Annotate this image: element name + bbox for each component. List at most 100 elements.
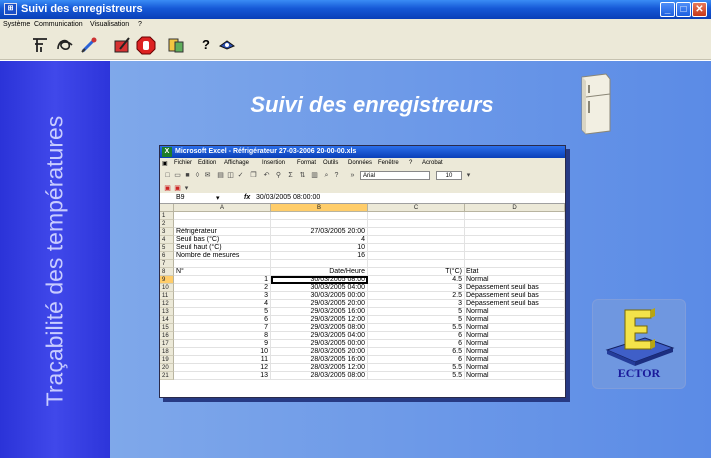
cell-d[interactable] [465, 228, 565, 236]
undo-icon[interactable]: ↶ [262, 171, 271, 180]
cell-c[interactable]: 6 [368, 340, 465, 348]
cell-c[interactable] [368, 260, 465, 268]
cell-b[interactable]: 29/03/2005 00:00 [271, 340, 368, 348]
cell-a[interactable]: Réfrigérateur [174, 228, 271, 236]
permission-icon[interactable]: ◊ [193, 171, 202, 180]
autosum-icon[interactable]: Σ [286, 171, 295, 180]
cell-b[interactable] [271, 220, 368, 228]
excel-menu-fenetre[interactable]: Fenêtre [378, 160, 399, 166]
cell-a[interactable]: Seuil haut (°C) [174, 244, 271, 252]
row-number[interactable]: 9 [160, 276, 174, 284]
chevron-down-icon[interactable]: ▾ [182, 184, 191, 193]
cell-b[interactable]: 28/03/2005 08:00 [271, 372, 368, 380]
excel-menu-donnees[interactable]: Données [348, 160, 372, 166]
function-icon[interactable]: fx [244, 194, 250, 201]
row-number[interactable]: 4 [160, 236, 174, 244]
cell-d[interactable] [465, 236, 565, 244]
cell-b[interactable]: 29/03/2005 16:00 [271, 308, 368, 316]
cell-c[interactable]: 6 [368, 356, 465, 364]
cell-a[interactable]: 1 [174, 276, 271, 284]
row-number[interactable]: 19 [160, 356, 174, 364]
name-box[interactable]: B9 [176, 194, 216, 201]
cell-c[interactable]: 3 [368, 300, 465, 308]
hyperlink-icon[interactable]: ⚲ [274, 171, 283, 180]
font-size-select[interactable]: 10 [436, 171, 462, 180]
cell-a[interactable]: Nombre de mesures [174, 252, 271, 260]
edit-icon[interactable] [112, 35, 132, 55]
probe-icon[interactable] [79, 35, 99, 55]
row-number[interactable]: 15 [160, 324, 174, 332]
excel-window[interactable]: X Microsoft Excel - Réfrigérateur 27-03-… [159, 145, 566, 398]
close-button[interactable]: ✕ [692, 2, 707, 17]
cell-a[interactable]: 13 [174, 372, 271, 380]
cell-d[interactable]: Etat [465, 268, 565, 276]
cell-d[interactable]: Dépassement seuil bas [465, 300, 565, 308]
cell-d[interactable] [465, 212, 565, 220]
cell-d[interactable]: Normal [465, 348, 565, 356]
cell-a[interactable]: 7 [174, 324, 271, 332]
excel-menu-format[interactable]: Format [297, 160, 316, 166]
cell-c[interactable] [368, 212, 465, 220]
cell-c[interactable] [368, 220, 465, 228]
excel-menu-insertion[interactable]: Insertion [262, 160, 285, 166]
stop-icon[interactable] [136, 35, 156, 55]
cell-a[interactable]: 11 [174, 356, 271, 364]
fridge-icon[interactable] [576, 73, 614, 135]
cell-b[interactable]: 30/03/2005 00:00 [271, 292, 368, 300]
row-number[interactable]: 17 [160, 340, 174, 348]
name-box-dropdown-icon[interactable]: ▾ [216, 194, 220, 202]
select-all-corner[interactable] [160, 204, 174, 212]
row-number[interactable]: 18 [160, 348, 174, 356]
settings-icon[interactable] [166, 35, 186, 55]
row-number[interactable]: 13 [160, 308, 174, 316]
chart-icon[interactable]: ▥ [310, 171, 319, 180]
cell-a[interactable]: 9 [174, 340, 271, 348]
chevron-down-icon[interactable]: ▾ [464, 171, 473, 180]
help-icon[interactable]: ? [332, 171, 341, 180]
title-bar[interactable]: ⊞ Suivi des enregistreurs _ □ ✕ [0, 0, 711, 19]
cell-c[interactable] [368, 244, 465, 252]
cell-d[interactable] [465, 252, 565, 260]
cell-b[interactable]: 28/03/2005 16:00 [271, 356, 368, 364]
cell-b[interactable] [271, 260, 368, 268]
cell-a[interactable] [174, 260, 271, 268]
row-number[interactable]: 11 [160, 292, 174, 300]
cell-a[interactable]: 4 [174, 300, 271, 308]
menu-help[interactable]: ? [138, 21, 142, 28]
maximize-button[interactable]: □ [676, 2, 691, 17]
cell-b[interactable] [271, 212, 368, 220]
cell-d[interactable]: Normal [465, 372, 565, 380]
cell-d[interactable] [465, 260, 565, 268]
row-number[interactable]: 21 [160, 372, 174, 380]
cell-d[interactable]: Normal [465, 356, 565, 364]
cell-a[interactable]: 12 [174, 364, 271, 372]
cell-c[interactable]: 5.5 [368, 372, 465, 380]
new-icon[interactable]: □ [163, 171, 172, 180]
cell-c[interactable] [368, 236, 465, 244]
row-number[interactable]: 6 [160, 252, 174, 260]
row-number[interactable]: 5 [160, 244, 174, 252]
copy-icon[interactable]: ❐ [249, 171, 258, 180]
cell-d[interactable]: Normal [465, 332, 565, 340]
cell-a[interactable] [174, 220, 271, 228]
connect-icon[interactable] [30, 35, 50, 55]
column-header-b[interactable]: B [271, 204, 368, 212]
spelling-icon[interactable]: ✓ [236, 171, 245, 180]
cell-d[interactable]: Dépassement seuil bas [465, 292, 565, 300]
cell-a[interactable]: 8 [174, 332, 271, 340]
excel-doc-icon[interactable]: ▣ [162, 160, 168, 167]
cell-c[interactable]: 5.5 [368, 364, 465, 372]
ector-logo[interactable]: ECTOR [592, 299, 686, 389]
cell-c[interactable]: 6.5 [368, 348, 465, 356]
cell-a[interactable]: 10 [174, 348, 271, 356]
row-number[interactable]: 12 [160, 300, 174, 308]
cell-c[interactable]: T(°C) [368, 268, 465, 276]
cell-d[interactable]: Normal [465, 308, 565, 316]
cell-c[interactable]: 5 [368, 308, 465, 316]
row-number[interactable]: 3 [160, 228, 174, 236]
font-select[interactable]: Arial [360, 171, 430, 180]
formula-input[interactable]: 30/03/2005 08:00:00 [256, 194, 320, 201]
cell-b[interactable]: 27/03/2005 20:00 [271, 228, 368, 236]
cell-d[interactable] [465, 244, 565, 252]
menu-systeme[interactable]: Système [3, 21, 30, 28]
